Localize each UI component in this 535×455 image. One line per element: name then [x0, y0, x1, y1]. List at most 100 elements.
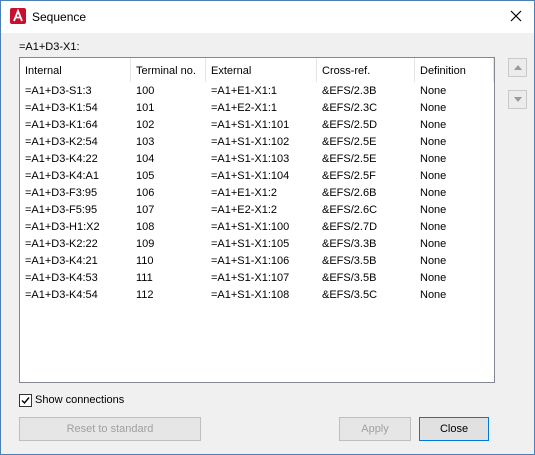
cell-internal: =A1+D3-K2:54	[25, 136, 98, 148]
arrow-down-icon	[513, 97, 522, 102]
cell-internal: =A1+D3-K4:21	[25, 255, 98, 267]
cell-external: =A1+S1-X1:106	[211, 255, 290, 267]
reset-to-standard-button[interactable]: Reset to standard	[19, 417, 201, 441]
table-row[interactable]: =A1+D3-K2:22 109 =A1+S1-X1:105 &EFS/3.3B Non…	[20, 236, 494, 253]
table-row[interactable]: =A1+D3-H1:X2 108 =A1+S1-X1:100 &EFS/2.7D Non…	[20, 219, 494, 236]
cell-terminal-no: 104	[136, 153, 155, 165]
table-row[interactable]: =A1+D3-K4:53 111 =A1+S1-X1:107 &EFS/3.5B Non…	[20, 270, 494, 287]
cell-definition: None	[420, 85, 447, 97]
cell-definition: None	[420, 272, 447, 284]
cell-cross-ref: &EFS/2.5D	[322, 119, 378, 131]
list-rows: =A1+D3-S1:3 100 =A1+E1-X1:1 &EFS/2.3B None =…	[20, 83, 494, 304]
apply-button[interactable]: Apply	[339, 417, 411, 441]
cell-terminal-no: 105	[136, 170, 155, 182]
cell-terminal-no: 107	[136, 204, 155, 216]
column-header-internal[interactable]: Internal	[20, 58, 131, 82]
cell-internal: =A1+D3-F5:95	[25, 204, 98, 216]
cell-external: =A1+S1-X1:107	[211, 272, 290, 284]
show-connections-label: Show connections	[35, 394, 125, 406]
title-bar[interactable]: Sequence	[1, 1, 534, 33]
cell-external: =A1+S1-X1:108	[211, 289, 290, 301]
cell-external: =A1+E2-X1:1	[211, 102, 278, 114]
app-icon	[10, 8, 26, 24]
cell-definition: None	[420, 102, 447, 114]
table-row[interactable]: =A1+D3-K4:A1 105 =A1+S1-X1:104 &EFS/2.5F Non…	[20, 168, 494, 185]
cell-definition: None	[420, 187, 447, 199]
cell-internal: =A1+D3-K4:54	[25, 289, 98, 301]
cell-external: =A1+S1-X1:103	[211, 153, 290, 165]
cell-definition: None	[420, 136, 447, 148]
column-header-definition[interactable]: Definition	[415, 58, 494, 82]
cell-internal: =A1+D3-K4:22	[25, 153, 98, 165]
cell-definition: None	[420, 238, 447, 250]
table-row[interactable]: =A1+D3-F3:95 106 =A1+E1-X1:2 &EFS/2.6B None	[20, 185, 494, 202]
cell-cross-ref: &EFS/2.3C	[322, 102, 378, 114]
cell-cross-ref: &EFS/3.3B	[322, 238, 377, 250]
cell-cross-ref: &EFS/2.5E	[322, 136, 377, 148]
cell-cross-ref: &EFS/2.7D	[322, 221, 378, 233]
table-row[interactable]: =A1+D3-K4:22 104 =A1+S1-X1:103 &EFS/2.5E Non…	[20, 151, 494, 168]
cell-definition: None	[420, 221, 447, 233]
cell-cross-ref: &EFS/2.3B	[322, 85, 377, 97]
cell-terminal-no: 100	[136, 85, 155, 97]
cell-internal: =A1+D3-H1:X2	[25, 221, 100, 233]
cell-terminal-no: 112	[136, 289, 154, 301]
cell-external: =A1+E2-X1:2	[211, 204, 278, 216]
cell-external: =A1+E1-X1:2	[211, 187, 278, 199]
cell-cross-ref: &EFS/2.6C	[322, 204, 378, 216]
table-row[interactable]: =A1+D3-K1:64 102 =A1+S1-X1:101 &EFS/2.5D Non…	[20, 117, 494, 134]
cell-cross-ref: &EFS/3.5B	[322, 272, 377, 284]
cell-cross-ref: &EFS/3.5C	[322, 289, 378, 301]
cell-internal: =A1+D3-K4:A1	[25, 170, 99, 182]
move-up-button[interactable]	[508, 58, 527, 77]
cell-terminal-no: 103	[136, 136, 155, 148]
cell-definition: None	[420, 289, 447, 301]
table-row[interactable]: =A1+D3-S1:3 100 =A1+E1-X1:1 &EFS/2.3B None	[20, 83, 494, 100]
cell-cross-ref: &EFS/2.5F	[322, 170, 376, 182]
window-title: Sequence	[32, 10, 87, 24]
cell-cross-ref: &EFS/2.5E	[322, 153, 377, 165]
cell-terminal-no: 111	[136, 272, 153, 284]
cell-cross-ref: &EFS/2.6B	[322, 187, 377, 199]
cell-definition: None	[420, 119, 447, 131]
checkmark-icon	[21, 397, 30, 405]
cell-internal: =A1+D3-F3:95	[25, 187, 98, 199]
cell-internal: =A1+D3-K4:53	[25, 272, 98, 284]
cell-external: =A1+S1-X1:102	[211, 136, 290, 148]
column-header-cross-ref[interactable]: Cross-ref.	[317, 58, 415, 82]
cell-internal: =A1+D3-K1:64	[25, 119, 98, 131]
column-header-external[interactable]: External	[206, 58, 317, 82]
move-down-button[interactable]	[508, 90, 527, 109]
cell-internal: =A1+D3-K1:54	[25, 102, 98, 114]
column-header-terminal-no[interactable]: Terminal no.	[131, 58, 206, 82]
list-header: Internal Terminal no. External Cross-ref…	[20, 58, 494, 82]
cell-cross-ref: &EFS/3.5B	[322, 255, 377, 267]
table-row[interactable]: =A1+D3-K2:54 103 =A1+S1-X1:102 &EFS/2.5E Non…	[20, 134, 494, 151]
arrow-up-icon	[513, 65, 522, 70]
cell-terminal-no: 109	[136, 238, 155, 250]
close-icon[interactable]	[508, 8, 524, 24]
cell-external: =A1+S1-X1:104	[211, 170, 290, 182]
cell-external: =A1+S1-X1:100	[211, 221, 290, 233]
sequence-list[interactable]: Internal Terminal no. External Cross-ref…	[19, 57, 495, 383]
show-connections-checkbox[interactable]	[19, 394, 32, 407]
sequence-dialog: Sequence =A1+D3-X1: Internal Terminal no…	[0, 0, 535, 455]
cell-terminal-no: 102	[136, 119, 155, 131]
cell-internal: =A1+D3-S1:3	[25, 85, 92, 97]
close-button[interactable]: Close	[419, 417, 489, 441]
cell-external: =A1+S1-X1:105	[211, 238, 290, 250]
cell-terminal-no: 106	[136, 187, 155, 199]
table-row[interactable]: =A1+D3-K4:54 112 =A1+S1-X1:108 &EFS/3.5C Non…	[20, 287, 494, 304]
table-row[interactable]: =A1+D3-K4:21 110 =A1+S1-X1:106 &EFS/3.5B Non…	[20, 253, 494, 270]
cell-terminal-no: 108	[136, 221, 155, 233]
cell-definition: None	[420, 153, 447, 165]
cell-definition: None	[420, 170, 447, 182]
table-row[interactable]: =A1+D3-F5:95 107 =A1+E2-X1:2 &EFS/2.6C None	[20, 202, 494, 219]
cell-terminal-no: 110	[136, 255, 154, 267]
cell-definition: None	[420, 255, 447, 267]
cell-internal: =A1+D3-K2:22	[25, 238, 98, 250]
cell-definition: None	[420, 204, 447, 216]
path-label: =A1+D3-X1:	[19, 41, 80, 53]
table-row[interactable]: =A1+D3-K1:54 101 =A1+E2-X1:1 &EFS/2.3C None	[20, 100, 494, 117]
cell-external: =A1+S1-X1:101	[211, 119, 290, 131]
